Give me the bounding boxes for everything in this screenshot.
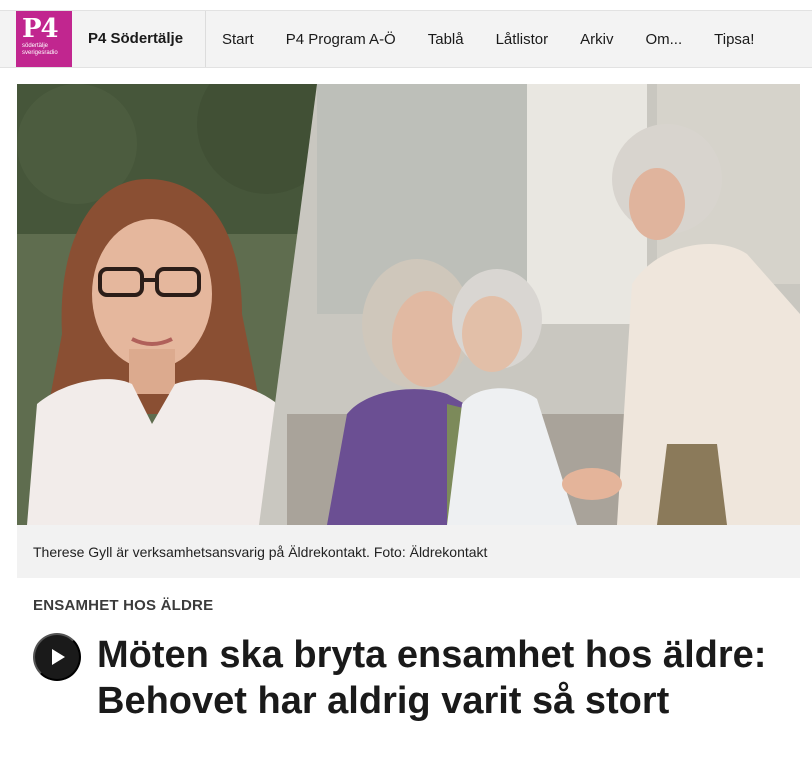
- station-name-link[interactable]: P4 Södertälje: [88, 11, 183, 67]
- nav-item-start[interactable]: Start: [206, 11, 270, 67]
- hero-photo-illustration: [17, 84, 800, 525]
- play-icon: [52, 649, 65, 665]
- p4-logo[interactable]: P4 södertälje sverigesradio: [16, 11, 72, 67]
- main-nav: Start P4 Program A-Ö Tablå Låtlistor Ark…: [206, 11, 770, 67]
- article-headline: Möten ska bryta ensamhet hos äldre: Beho…: [97, 634, 767, 722]
- play-button[interactable]: [33, 633, 81, 681]
- image-caption: Therese Gyll är verksamhetsansvarig på Ä…: [17, 525, 800, 578]
- logo-subtext: södertälje sverigesradio: [22, 43, 58, 56]
- article-card: ENSAMHET HOS ÄLDRE Möten ska bryta ensam…: [17, 578, 800, 782]
- nav-item-tipsa[interactable]: Tipsa!: [698, 11, 770, 67]
- top-navigation-bar: P4 södertälje sverigesradio P4 Södertälj…: [0, 10, 812, 68]
- nav-item-arkiv[interactable]: Arkiv: [564, 11, 629, 67]
- nav-item-program-a-o[interactable]: P4 Program A-Ö: [270, 11, 412, 67]
- nav-item-om[interactable]: Om...: [629, 11, 698, 67]
- nav-item-tabla[interactable]: Tablå: [412, 11, 480, 67]
- hero-image: [17, 84, 800, 525]
- nav-item-latlistor[interactable]: Låtlistor: [480, 11, 565, 67]
- logo-mark: P4: [22, 14, 59, 44]
- article-kicker[interactable]: ENSAMHET HOS ÄLDRE: [33, 597, 213, 614]
